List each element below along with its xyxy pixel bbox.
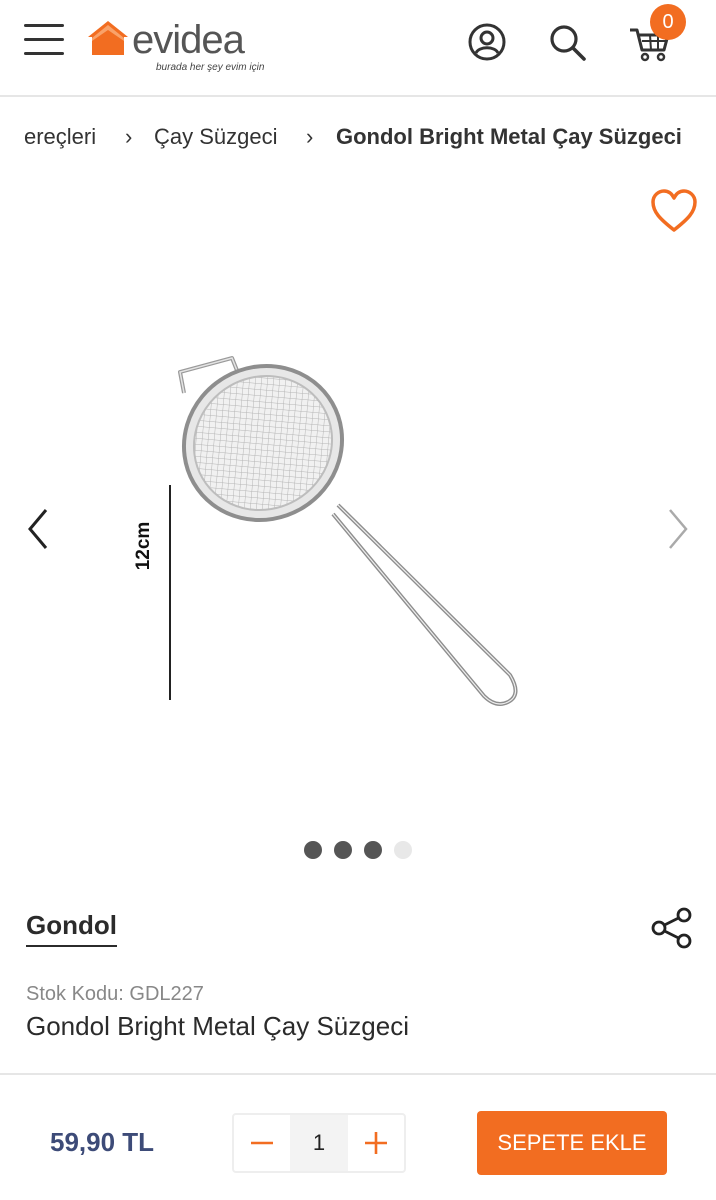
heart-icon[interactable] (650, 188, 698, 234)
breadcrumb-item-subcategory[interactable]: Çay Süzgeci (154, 122, 278, 152)
plus-icon[interactable] (348, 1115, 404, 1171)
quantity-input[interactable] (290, 1115, 348, 1171)
logo-text: evidea (132, 18, 245, 62)
stock-code-label: Stok Kodu: (26, 983, 124, 1005)
share-icon[interactable] (650, 906, 694, 950)
product-gallery[interactable]: 12cm (0, 250, 716, 810)
search-icon[interactable] (547, 22, 587, 62)
product-price: 59,90 TL (50, 1127, 155, 1157)
svg-text:12cm: 12cm (133, 522, 154, 571)
pagination-dot[interactable] (394, 841, 412, 859)
breadcrumb-item-current: Gondol Bright Metal Çay Süzgeci (336, 124, 682, 149)
product-title: Gondol Bright Metal Çay Süzgeci (26, 1011, 409, 1041)
breadcrumb-separator: › (125, 124, 133, 149)
stock-code-value: GDL227 (129, 983, 204, 1005)
breadcrumb-item-category[interactable]: ereçleri (24, 122, 96, 152)
menu-icon[interactable] (24, 22, 64, 58)
pagination-dot[interactable] (304, 841, 322, 859)
quantity-stepper (232, 1113, 406, 1173)
house-logo-icon (88, 21, 128, 55)
add-to-cart-button[interactable]: SEPETE EKLE (477, 1111, 667, 1175)
breadcrumb: ereçleri › Çay Süzgeci › Gondol Bright M… (0, 116, 716, 156)
site-logo[interactable]: evidea burada her şey evim için (88, 16, 278, 76)
purchase-bar: 59,90 TL SEPETE EKLE (0, 1073, 716, 1200)
site-header: evidea burada her şey evim için 0 (0, 0, 716, 97)
brand-link[interactable]: Gondol (26, 910, 117, 947)
chevron-right-icon[interactable] (662, 506, 692, 552)
cart-count-badge: 0 (650, 4, 686, 40)
stock-code: Stok Kodu: GDL227 (26, 983, 204, 1006)
pagination-dot[interactable] (334, 841, 352, 859)
chevron-left-icon[interactable] (24, 506, 54, 552)
minus-icon[interactable] (234, 1115, 290, 1171)
pagination-dot-active[interactable] (364, 841, 382, 859)
product-image (169, 356, 518, 706)
user-icon[interactable] (467, 22, 507, 62)
logo-tagline: burada her şey evim için (156, 62, 265, 73)
dimension-label: 12cm (133, 522, 154, 571)
breadcrumb-separator: › (306, 124, 314, 149)
gallery-pagination (0, 841, 716, 861)
